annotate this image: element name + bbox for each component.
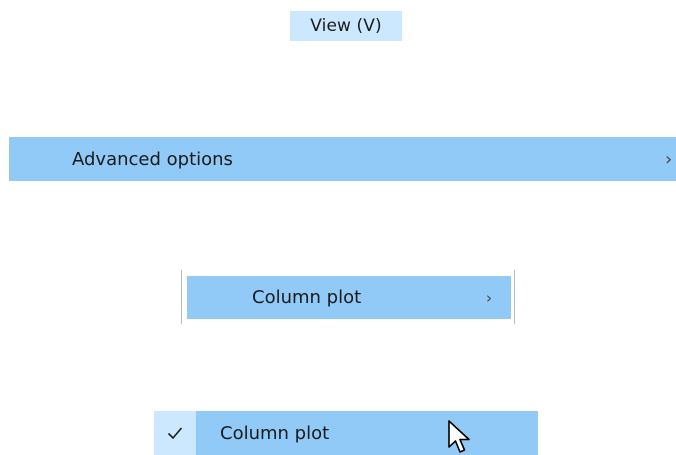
mouse-pointer-icon (448, 420, 470, 453)
chevron-right-icon: › (665, 148, 673, 170)
menu-item-advanced-options[interactable]: Advanced options › (9, 137, 676, 181)
menu-view[interactable]: View (V) (290, 11, 402, 41)
submenu-item-column-plot-label: Column plot (252, 287, 362, 308)
menu-view-label: View (V) (310, 16, 382, 36)
menu-item-advanced-options-label: Advanced options (72, 148, 233, 170)
menu-item-column-plot-label: Column plot (220, 422, 330, 444)
chevron-right-icon: › (486, 288, 492, 307)
submenu-item-column-plot[interactable]: Column plot › (187, 276, 511, 319)
checkmark-icon (154, 411, 196, 455)
menu-item-column-plot-checked[interactable]: Column plot (152, 410, 538, 455)
